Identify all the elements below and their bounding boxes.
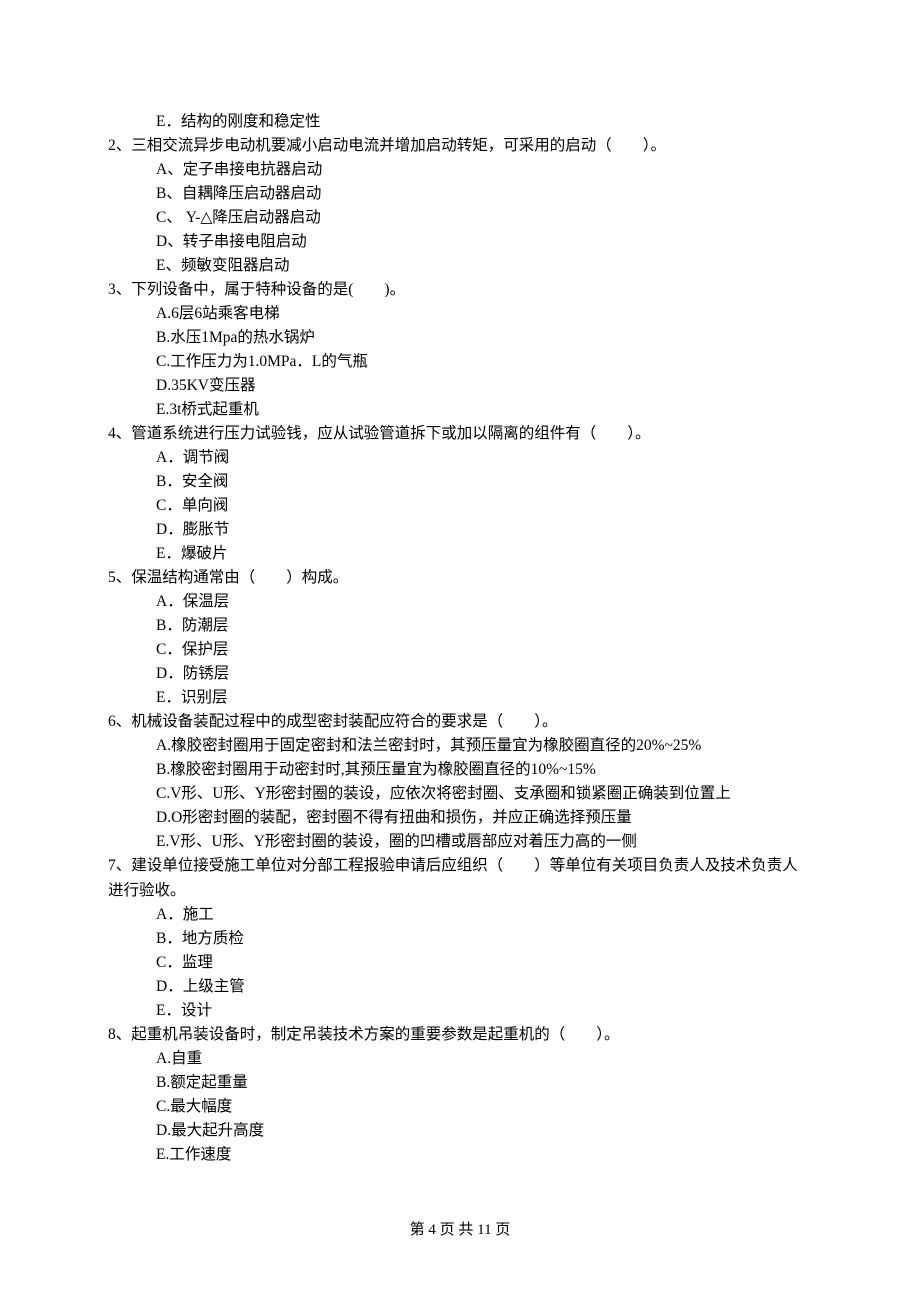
q5-option-a: A．保温层 — [156, 590, 812, 614]
q7-option-c: C．监理 — [156, 951, 812, 975]
q8-option-d: D.最大起升高度 — [156, 1119, 812, 1143]
q5-option-c: C．保护层 — [156, 638, 812, 662]
q3-option-a: A.6层6站乘客电梯 — [156, 302, 812, 326]
q7-option-d: D．上级主管 — [156, 975, 812, 999]
q4-option-c: C．单向阀 — [156, 494, 812, 518]
q7-option-a: A．施工 — [156, 903, 812, 927]
q6-option-b: B.橡胶密封圈用于动密封时,其预压量宜为橡胶圈直径的10%~15% — [156, 758, 812, 782]
q6-option-a: A.橡胶密封圈用于固定密封和法兰密封时，其预压量宜为橡胶圈直径的20%~25% — [156, 734, 812, 758]
q3-option-e: E.3t桥式起重机 — [156, 398, 812, 422]
q6-option-d: D.O形密封圈的装配，密封圈不得有扭曲和损伤，并应正确选择预压量 — [156, 806, 812, 830]
q4-option-b: B．安全阀 — [156, 470, 812, 494]
q6-option-e: E.V形、U形、Y形密封圈的装设，圈的凹槽或唇部应对着压力高的一侧 — [156, 830, 812, 854]
q5-option-e: E．识别层 — [156, 686, 812, 710]
q5-option-b: B．防潮层 — [156, 614, 812, 638]
q4-option-d: D．膨胀节 — [156, 518, 812, 542]
page: E．结构的刚度和稳定性 2、三相交流异步电动机要减小启动电流并增加启动转矩，可采… — [0, 0, 920, 1302]
q3-option-d: D.35KV变压器 — [156, 374, 812, 398]
q3-option-c: C.工作压力为1.0MPa．L的气瓶 — [156, 350, 812, 374]
q4-option-e: E．爆破片 — [156, 542, 812, 566]
q2-option-d: D、转子串接电阻启动 — [156, 230, 812, 254]
q6-option-c: C.V形、U形、Y形密封圈的装设，应依次将密封圈、支承圈和锁紧圈正确装到位置上 — [156, 782, 812, 806]
q7-stem: 7、建设单位接受施工单位对分部工程报验申请后应组织（ ）等单位有关项目负责人及技… — [108, 854, 812, 902]
q5-stem: 5、保温结构通常由（ ）构成。 — [108, 566, 812, 590]
content: E．结构的刚度和稳定性 2、三相交流异步电动机要减小启动电流并增加启动转矩，可采… — [108, 110, 812, 1167]
q2-stem: 2、三相交流异步电动机要减小启动电流并增加启动转矩，可采用的启动（ ）。 — [108, 134, 812, 158]
q8-option-c: C.最大幅度 — [156, 1095, 812, 1119]
q5-option-d: D．防锈层 — [156, 662, 812, 686]
q4-option-a: A．调节阀 — [156, 446, 812, 470]
q3-option-b: B.水压1Mpa的热水锅炉 — [156, 326, 812, 350]
q8-option-e: E.工作速度 — [156, 1143, 812, 1167]
q3-stem: 3、下列设备中，属于特种设备的是( )。 — [108, 278, 812, 302]
q2-option-a: A、定子串接电抗器启动 — [156, 158, 812, 182]
q2-option-c: C、 Y-△降压启动器启动 — [156, 206, 812, 230]
q4-stem: 4、管道系统进行压力试验钱，应从试验管道拆下或加以隔离的组件有（ ）。 — [108, 422, 812, 446]
q7-option-e: E．设计 — [156, 999, 812, 1023]
q6-stem: 6、机械设备装配过程中的成型密封装配应符合的要求是（ ）。 — [108, 710, 812, 734]
page-footer: 第 4 页 共 11 页 — [0, 1219, 920, 1242]
q8-option-b: B.额定起重量 — [156, 1071, 812, 1095]
q1-option-e: E．结构的刚度和稳定性 — [156, 110, 812, 134]
q2-option-e: E、频敏变阻器启动 — [156, 254, 812, 278]
q7-option-b: B．地方质检 — [156, 927, 812, 951]
q8-stem: 8、起重机吊装设备时，制定吊装技术方案的重要参数是起重机的（ ）。 — [108, 1023, 812, 1047]
q8-option-a: A.自重 — [156, 1047, 812, 1071]
q2-option-b: B、自耦降压启动器启动 — [156, 182, 812, 206]
